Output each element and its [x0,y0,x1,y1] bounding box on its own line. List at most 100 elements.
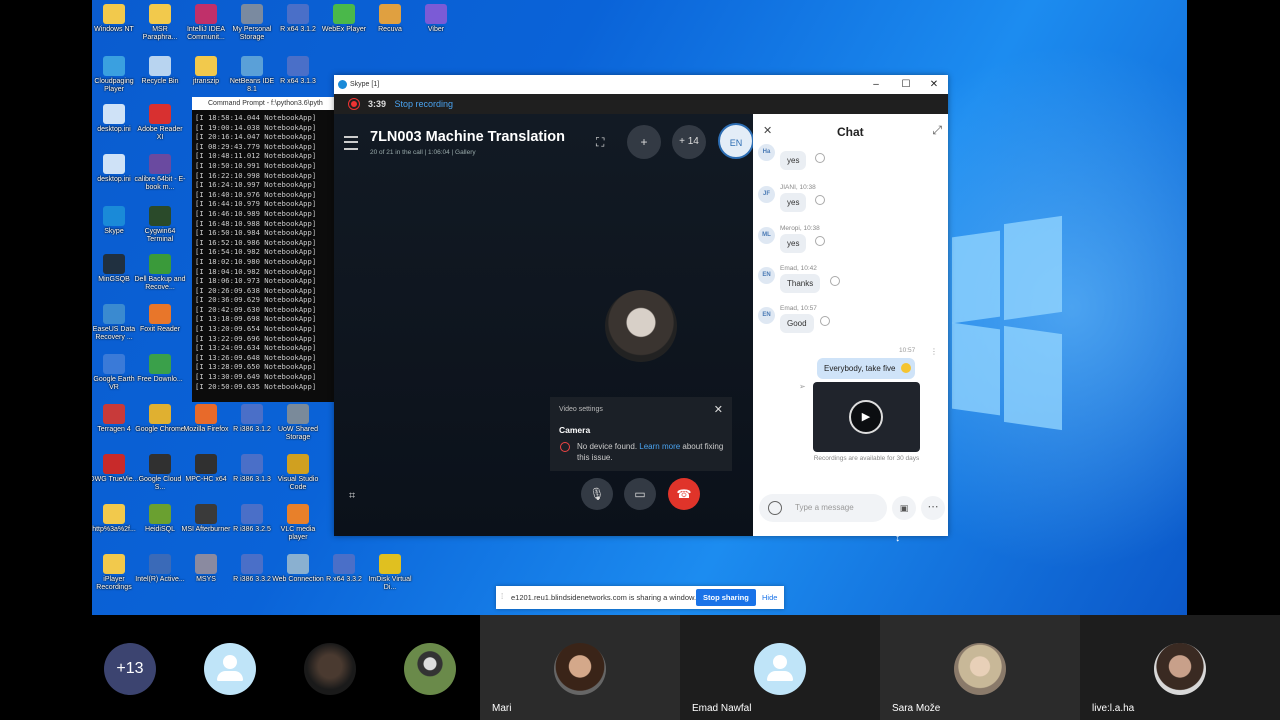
my-avatar[interactable]: EN [718,123,754,159]
desktop-icon[interactable]: Adobe Reader XI [134,104,186,142]
recording-thumbnail[interactable]: ▶ [813,382,920,452]
participants-count-button[interactable]: + 14 [672,125,706,159]
close-window-icon[interactable]: ✕ [920,75,948,94]
desktop-icon[interactable]: Recuva [364,4,416,34]
camera-off-button[interactable]: ▭ [624,478,656,510]
close-chat-icon[interactable]: ✕ [763,124,772,137]
hang-up-button[interactable]: ☎ [668,478,700,510]
desktop-icon[interactable]: My Personal Storage [226,4,278,42]
icon-label: WebEx Player [321,26,367,33]
desktop-icon[interactable]: Google Cloud S... [134,454,186,492]
desktop-icon[interactable]: MSI Afterburner [180,504,232,534]
minimize-icon[interactable]: – [862,75,890,94]
desktop-icon[interactable]: jtranszip [180,56,232,86]
desktop-icon[interactable]: desktop.ini [92,154,140,184]
close-popup-icon[interactable]: ✕ [714,403,723,416]
screenshot-icon[interactable]: ⌗ [349,490,355,503]
desktop-icon[interactable]: R i386 3.1.3 [226,454,278,484]
desktop-icon[interactable]: HeidiSQL [134,504,186,534]
desktop-icon[interactable]: R i386 3.3.2 [226,554,278,584]
play-icon[interactable]: ▶ [849,400,883,434]
app-icon [379,4,401,24]
command-prompt-window[interactable]: Command Prompt - f:\python3.6\pyth [I 18… [192,97,342,402]
emoji-picker-icon[interactable] [768,501,782,515]
participant-tile[interactable]: Mari [480,615,680,720]
participant-avatar [1154,643,1206,695]
desktop-icon[interactable]: MSR Paraphra... [134,4,186,42]
media-gallery-icon[interactable]: ▣ [892,496,916,520]
desktop-icon[interactable]: IntelliJ IDEA Communit... [180,4,232,42]
mute-microphone-button[interactable]: 🎙 [581,478,613,510]
desktop-icon[interactable]: R x64 3.3.2 [318,554,370,584]
desktop-icon[interactable]: Visual Studio Code [272,454,324,492]
recording-time: 3:39 [368,99,387,109]
stop-recording-link[interactable]: Stop recording [395,99,454,109]
react-emoji-icon[interactable] [815,153,825,163]
desktop-icon[interactable]: Terragen 4 [92,404,140,434]
desktop-icon[interactable]: MSYS [180,554,232,584]
more-options-icon[interactable]: ⋮ [930,347,938,356]
desktop-icon[interactable]: Cygwin64 Terminal [134,206,186,244]
desktop-icon[interactable]: Mozilla Firefox [180,404,232,434]
desktop-icon[interactable]: R x64 3.1.2 [272,4,324,34]
desktop-icon[interactable]: Intel(R) Active... [134,554,186,584]
desktop-icon[interactable]: Foxit Reader [134,304,186,334]
participant-avatar[interactable] [404,643,456,695]
desktop-icon[interactable]: R x64 3.1.3 [272,56,324,86]
participant-avatar[interactable] [304,643,356,695]
icon-label: Cloudpaging Player [94,78,134,93]
skype-window[interactable]: Skype [1] – ☐ ✕ 3:39 Stop recording 7LN0… [334,75,948,536]
icon-label: R x64 3.3.2 [326,576,362,583]
drag-handle-icon[interactable]: ⁞ [501,592,503,601]
desktop-icon[interactable]: R i386 3.2.5 [226,504,278,534]
desktop-icon[interactable]: WebEx Player [318,4,370,34]
desktop-icon[interactable]: Skype [92,206,140,236]
desktop-icon[interactable]: UoW Shared Storage [272,404,324,442]
desktop-icon[interactable]: calibre 64bit - E-book m... [134,154,186,192]
more-icon[interactable]: ⋯ [921,496,945,520]
learn-more-link[interactable]: Learn more [639,442,680,451]
react-emoji-icon[interactable] [815,195,825,205]
icon-label: VLC media player [280,526,316,541]
desktop-icon[interactable]: Free Downlo... [134,354,186,384]
desktop-icon[interactable]: Dell Backup and Recove... [134,254,186,292]
desktop-icon[interactable]: EaseUS Data Recovery ... [92,304,140,342]
participant-tile[interactable]: Sara Može [880,615,1080,720]
add-people-button[interactable]: + [627,125,661,159]
layout-icon[interactable]: ⛶ [596,135,604,150]
message-input-box[interactable]: Type a message [759,494,887,522]
desktop-icon[interactable]: NetBeans IDE 8.1 [226,56,278,94]
participant-name: Emad Nawfal [692,703,752,714]
more-participants-button[interactable]: +13 [104,643,156,695]
desktop-icon[interactable]: Google Chrome [134,404,186,434]
expand-icon[interactable]: ⤢ [932,123,942,138]
react-emoji-icon[interactable] [820,316,830,326]
maximize-icon[interactable]: ☐ [892,75,920,94]
desktop-icon[interactable]: desktop.ini [92,104,140,134]
stop-sharing-button[interactable]: Stop sharing [696,589,756,606]
participant-avatar[interactable] [204,643,256,695]
desktop-icon[interactable]: Viber [410,4,462,34]
desktop-icon[interactable]: VLC media player [272,504,324,542]
desktop-icon[interactable]: MinGSQB [92,254,140,284]
react-emoji-icon[interactable] [815,236,825,246]
menu-icon[interactable] [344,136,358,150]
desktop-icon[interactable]: Windows NT [92,4,140,34]
desktop-icon[interactable]: Web Connection [272,554,324,584]
participant-tile[interactable]: Emad Nawfal [680,615,880,720]
message-meta: Emad, 10:42 [780,265,817,272]
desktop-icon[interactable]: ImDisk Virtual Di... [364,554,416,592]
desktop-icon[interactable]: Recycle Bin [134,56,186,86]
desktop-icon[interactable]: http%3a%2f... [92,504,140,534]
desktop-icon[interactable]: DWG TrueVie... [92,454,140,484]
hide-button[interactable]: Hide [762,593,777,602]
app-icon [103,304,125,324]
desktop-icon[interactable]: Cloudpaging Player [92,56,140,94]
desktop-icon[interactable]: R i386 3.1.2 [226,404,278,434]
message-input[interactable]: Type a message [795,503,854,512]
desktop-icon[interactable]: MPC-HC x64 [180,454,232,484]
desktop-icon[interactable]: Google Earth VR [92,354,140,392]
participant-tile[interactable]: live:l.a.ha [1080,615,1280,720]
desktop-icon[interactable]: iPlayer Recordings [92,554,140,592]
react-emoji-icon[interactable] [830,276,840,286]
